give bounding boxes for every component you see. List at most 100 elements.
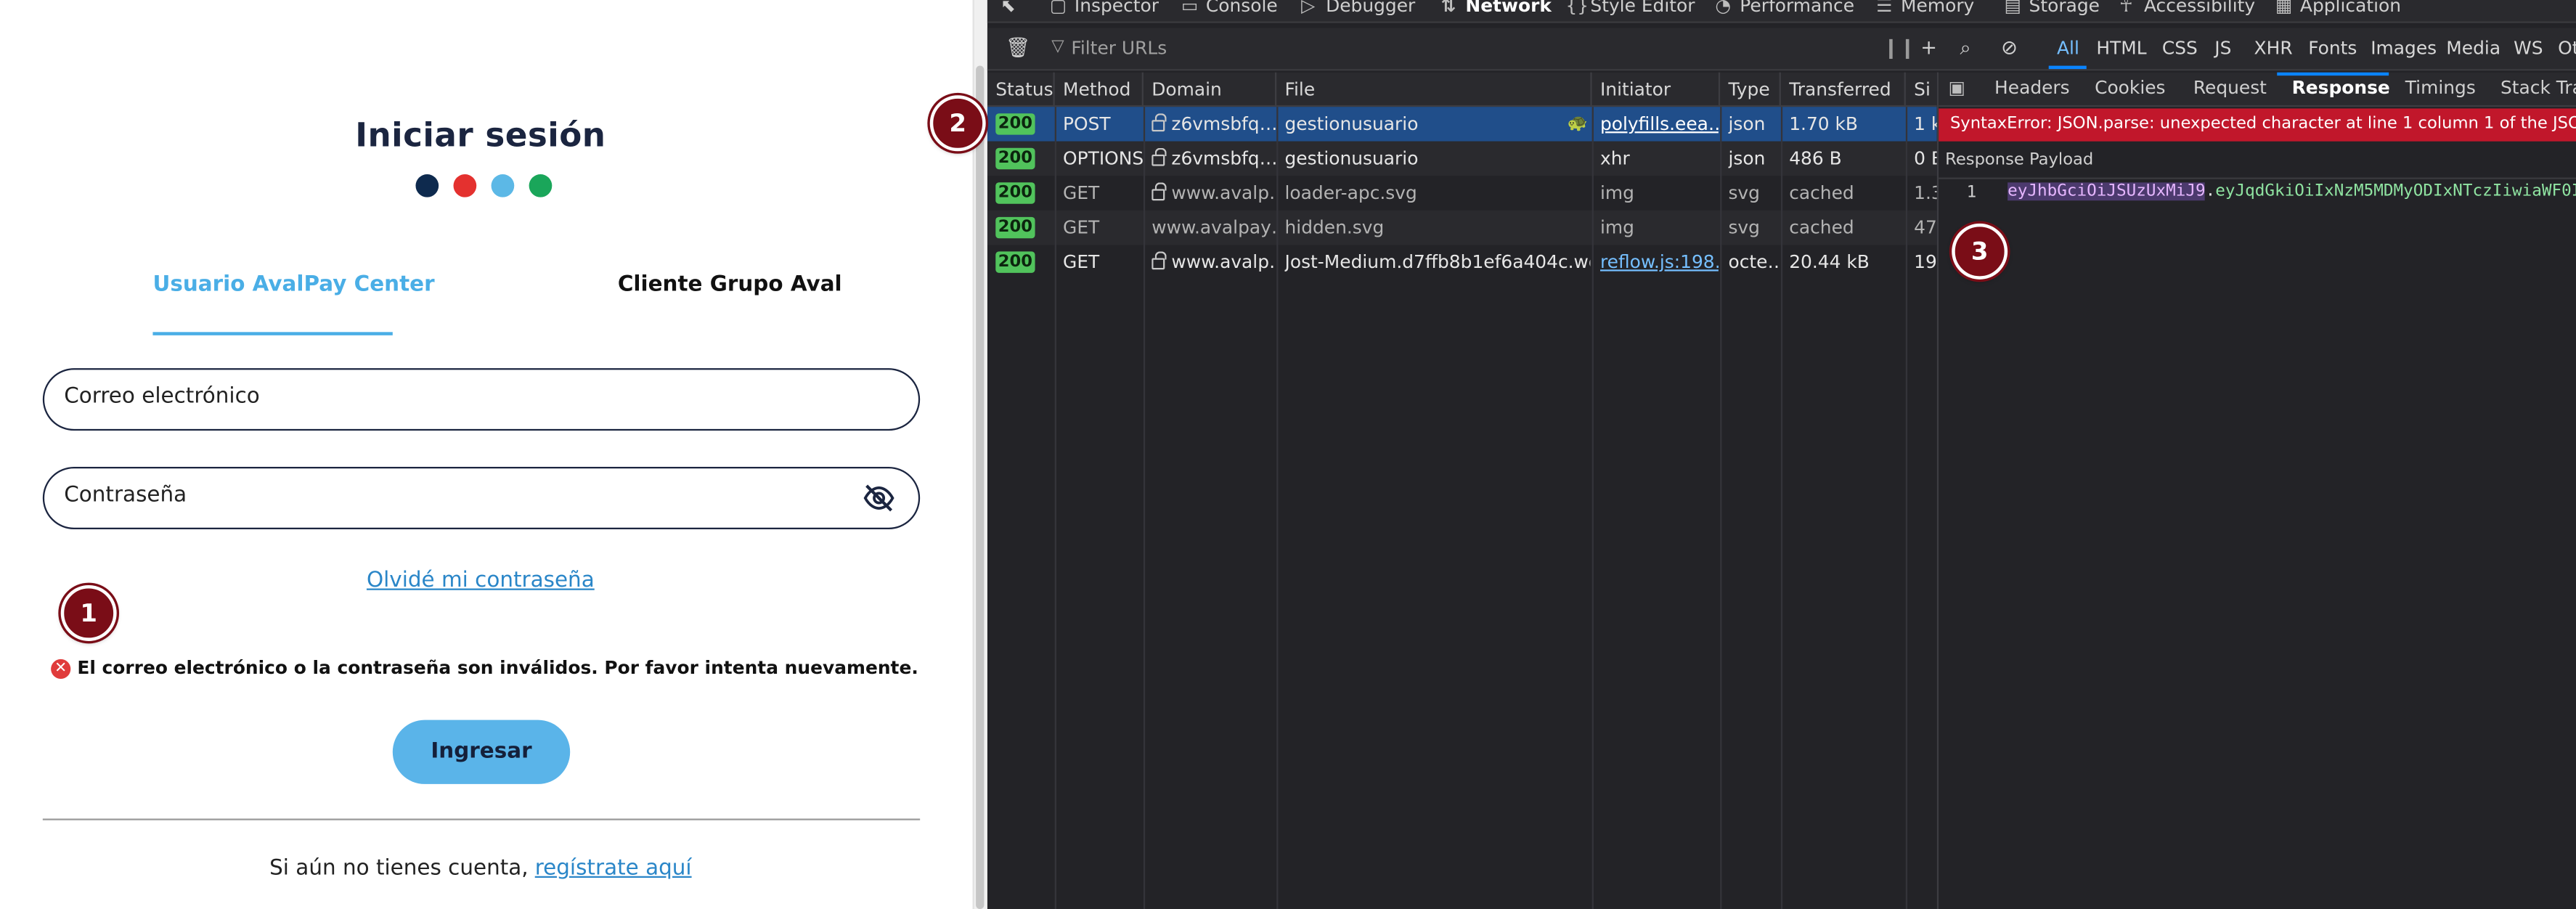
status-badge: 200 [995, 113, 1035, 135]
tab-request[interactable]: Request [2193, 77, 2267, 98]
request-method: POST [1063, 113, 1111, 135]
tool-accessibility[interactable]: ☥ Accessibility [2119, 0, 2255, 17]
column-header-type[interactable]: Type [1720, 72, 1781, 107]
tool-style-editor[interactable]: {} Style Editor [1565, 0, 1695, 17]
column-header-domain[interactable]: Domain [1144, 72, 1277, 107]
filter-urls-input[interactable]: Filter URLs [1071, 38, 1167, 59]
request-size: 19. [1914, 251, 1937, 273]
tool-storage[interactable]: ▤ Storage [2005, 0, 2100, 17]
tab-response[interactable]: Response [2292, 77, 2390, 98]
storage-icon: ▤ [2004, 0, 2022, 17]
request-type: json [1728, 147, 1766, 170]
password-field[interactable]: Contraseña [42, 466, 921, 530]
type-filter-other[interactable]: Ot [2558, 38, 2576, 59]
type-filter-media[interactable]: Media [2446, 38, 2500, 59]
request-transferred: cached [1789, 182, 1854, 204]
payload-line-number: 1 [1966, 184, 1977, 203]
column-header-file[interactable]: File [1276, 72, 1592, 107]
application-icon: ▦ [2275, 0, 2293, 17]
request-domain: www.avalp… [1152, 245, 1276, 280]
pause-icon[interactable]: ❙❙ [1883, 36, 1916, 60]
column-header-initiator[interactable]: Initiator [1592, 72, 1721, 107]
type-filter-images[interactable]: Images [2371, 38, 2437, 59]
tab-avalpay-center-user[interactable]: Usuario AvalPay Center [152, 273, 434, 298]
request-file: loader-apc.svg [1284, 182, 1417, 204]
tab-timings[interactable]: Timings [2405, 77, 2476, 98]
column-header-size[interactable]: Si [1906, 73, 1937, 107]
register-prompt-text: Si aún no tienes cuenta, [269, 856, 529, 881]
type-filter-html[interactable]: HTML [2096, 38, 2146, 59]
jwt-payload-segment: eyJqdGkiOiIxNzM5MDMyODIxNTczIiwiaWF0Ij [2215, 182, 2576, 201]
email-field[interactable]: Correo electrónico [42, 368, 921, 431]
forgot-password-link[interactable]: Olvidé mi contraseña [0, 568, 961, 593]
tool-network[interactable]: ⇅ Network [1440, 0, 1551, 17]
table-row[interactable]: 200 GET www.avalp… Jost-Medium.d7ffb8b1e… [987, 245, 1937, 280]
column-separator [1143, 107, 1146, 909]
request-method: GET [1063, 251, 1100, 273]
request-domain-text: www.avalp… [1171, 182, 1277, 204]
request-initiator: img [1599, 216, 1634, 239]
add-icon[interactable]: + [1920, 36, 1937, 60]
request-size: 47 [1914, 216, 1937, 239]
request-domain: www.avalpay… [1152, 216, 1277, 239]
login-button[interactable]: Ingresar [392, 720, 571, 784]
request-initiator: xhr [1599, 147, 1630, 170]
tool-performance[interactable]: ◔ Performance [1715, 0, 1854, 17]
request-type: octe… [1728, 251, 1781, 273]
request-type: svg [1728, 182, 1760, 204]
page-scrollbar-thumb[interactable] [976, 65, 985, 909]
request-transferred: cached [1789, 216, 1854, 239]
eye-hidden-icon[interactable] [863, 481, 895, 514]
password-placeholder: Contraseña [64, 483, 187, 508]
register-link[interactable]: regístrate aquí [535, 857, 692, 881]
element-picker-icon[interactable]: ⬉ [1000, 0, 1016, 17]
tool-console[interactable]: ▭ Console [1181, 0, 1278, 17]
tab-stack-trace[interactable]: Stack Tra [2500, 77, 2576, 98]
table-row[interactable]: 200 OPTIONS z6vmsbfq… gestionusuario xhr… [987, 141, 1937, 176]
tab-headers[interactable]: Headers [1994, 77, 2070, 98]
toggle-sidebar-icon[interactable]: ▣ [1949, 77, 1966, 98]
type-filter-fonts[interactable]: Fonts [2308, 38, 2357, 59]
response-payload-label: Response Payload [1945, 151, 2094, 170]
type-filter-js[interactable]: JS [2214, 38, 2231, 59]
request-transferred: 20.44 kB [1789, 251, 1870, 273]
column-header-method[interactable]: Method [1055, 72, 1144, 107]
type-filter-all[interactable]: All [2057, 38, 2079, 59]
column-separator [1276, 107, 1279, 909]
tool-inspector[interactable]: ▢ Inspector [1050, 0, 1159, 17]
search-icon[interactable]: ⌕ [1960, 36, 1971, 61]
type-filter-ws[interactable]: WS [2514, 38, 2543, 59]
filter-icon: ▽ [1051, 38, 1064, 56]
trash-icon[interactable]: 🗑 [1006, 36, 1030, 60]
throttle-icon: 🐢 [1567, 115, 1588, 134]
table-row[interactable]: 200 GET www.avalp… loader-apc.svg img sv… [987, 176, 1937, 211]
tab-cookies[interactable]: Cookies [2095, 77, 2165, 98]
tool-application-label: Application [2299, 0, 2402, 17]
table-row[interactable]: 200 POST z6vmsbfq… gestionusuario 🐢 poly… [987, 107, 1937, 142]
payload-code[interactable]: eyJhbGciOiJSUzUxMiJ9.eyJqdGkiOiIxNzM5MDM… [2008, 182, 2576, 200]
table-row[interactable]: 200 GET www.avalpay… hidden.svg img svg … [987, 210, 1937, 245]
request-initiator[interactable]: polyfills.eea… [1600, 107, 1719, 142]
column-header-transferred[interactable]: Transferred [1781, 72, 1906, 107]
type-filter-xhr[interactable]: XHR [2254, 38, 2293, 59]
error-message: El correo electrónico o la contraseña so… [77, 657, 918, 680]
request-initiator: img [1599, 182, 1634, 204]
request-file: Jost-Medium.d7ffb8b1ef6a404c.woff2 [1284, 251, 1591, 273]
request-type: svg [1728, 216, 1760, 239]
brand-dot-lightblue [491, 174, 515, 197]
request-transferred: 1.70 kB [1789, 113, 1859, 135]
request-size: 1 k [1914, 113, 1937, 135]
tool-debugger[interactable]: ▷ Debugger [1301, 0, 1415, 17]
tab-grupo-aval-client[interactable]: Cliente Grupo Aval [618, 273, 842, 298]
brand-dot-green [529, 174, 553, 197]
tool-memory[interactable]: ☰ Memory [1876, 0, 1974, 17]
tool-application[interactable]: ▦ Application [2275, 0, 2401, 17]
type-filter-active-underline [2048, 65, 2087, 70]
column-header-status[interactable]: Status [987, 72, 1055, 107]
type-filter-css[interactable]: CSS [2162, 38, 2198, 59]
request-type: json [1728, 113, 1766, 135]
devtools-panel: ⬉ ▢ Inspector ▭ Console ▷ Debugger ⇅ Network… [987, 0, 2576, 909]
block-icon[interactable]: ⊘ [2001, 36, 2018, 60]
request-method: GET [1063, 216, 1100, 239]
request-initiator[interactable]: reflow.js:198… [1600, 245, 1719, 280]
